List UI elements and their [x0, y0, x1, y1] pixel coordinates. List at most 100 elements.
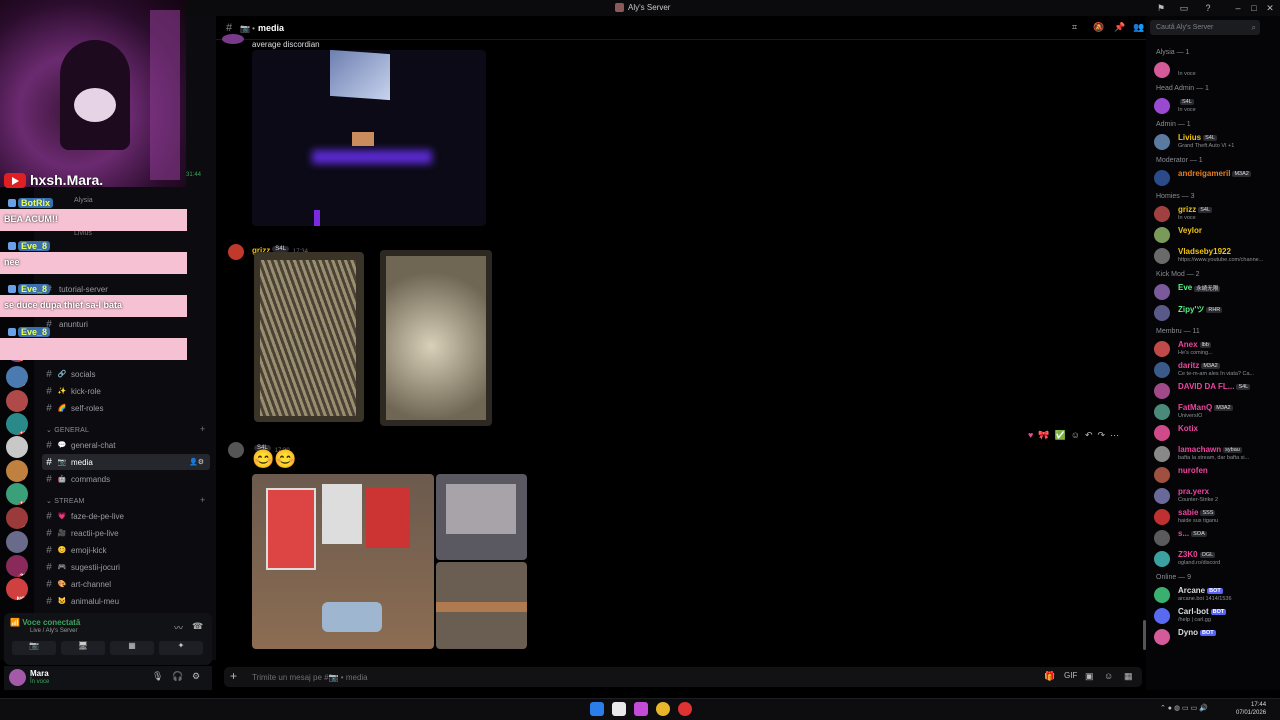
member-item[interactable]: Vladseby1922 https://www.youtube.com/chan…	[1152, 245, 1278, 265]
channel-animalul-meu[interactable]: # 🐱 animalul-meu	[42, 593, 210, 609]
channel-general-chat[interactable]: # 💬 general-chat	[42, 437, 210, 453]
member-item[interactable]: andreigameril M3A2	[1152, 167, 1278, 187]
message-image[interactable]	[254, 252, 364, 422]
threads-icon[interactable]: ⌗	[1072, 22, 1077, 33]
member-item[interactable]: Livius S4L Grand Theft Auto VI +1	[1152, 131, 1278, 151]
channel-sugestii-jocuri[interactable]: # 🎮 sugestii-jocuri	[42, 559, 210, 575]
screen-share-button[interactable]: 🖥	[61, 641, 105, 655]
member-item[interactable]: Veylor	[1152, 224, 1278, 244]
attach-plus-icon[interactable]: +	[230, 669, 237, 683]
avatar[interactable]	[228, 442, 244, 458]
discord-app-icon[interactable]	[634, 702, 648, 716]
message-image[interactable]	[252, 474, 434, 649]
settings-gear-icon[interactable]: ⚙	[192, 671, 200, 682]
member-item[interactable]: pra.yerx Counter-Strike 2	[1152, 485, 1278, 505]
member-item[interactable]: Dyno BOT	[1152, 626, 1278, 646]
server-icon[interactable]	[6, 531, 28, 553]
server-icon[interactable]	[6, 436, 28, 458]
headphones-icon[interactable]: 🎧	[172, 671, 183, 682]
message-composer[interactable]: + Trimite un mesaj pe #📷 • media 🎁 GIF ▣…	[224, 667, 1142, 687]
channel-self-roles[interactable]: # 🌈 self-roles	[42, 400, 210, 416]
sticker-icon[interactable]: ▣	[1085, 671, 1094, 682]
message-image[interactable]	[436, 562, 527, 649]
server-icon[interactable]: 124	[6, 483, 28, 505]
member-item[interactable]: Carl-bot BOT/help | carl.gg	[1152, 605, 1278, 625]
bow-reaction-icon[interactable]: 🎀	[1038, 430, 1049, 441]
gif-icon[interactable]: GIF	[1064, 671, 1077, 680]
minimize-icon[interactable]: –	[1232, 2, 1244, 14]
server-icon[interactable]: 32	[6, 507, 28, 529]
members-icon[interactable]: 👥	[1133, 22, 1144, 33]
member-item[interactable]: Arcane BOT arcane.bot 1414/1536	[1152, 584, 1278, 604]
soundboard-button[interactable]: ✦	[159, 641, 203, 655]
gift-icon[interactable]: 🎁	[1044, 671, 1055, 682]
add-channel-icon[interactable]: +	[200, 424, 205, 434]
server-icon[interactable]: 171	[6, 413, 28, 435]
member-item[interactable]: În voce	[1152, 59, 1278, 79]
avatar[interactable]	[9, 669, 26, 686]
pin-icon[interactable]: 📌	[1114, 22, 1125, 33]
member-item[interactable]: daritz M3A2 Ce te-m-am ales în viata? Ca..…	[1152, 359, 1278, 379]
member-item[interactable]: FatManQ M3A2 UniversIO	[1152, 401, 1278, 421]
apps-icon[interactable]: ▦	[1124, 671, 1133, 682]
message-image[interactable]	[380, 250, 492, 426]
search-input[interactable]: Caută Aly's Server ⌕	[1150, 20, 1260, 35]
member-item[interactable]: lamachawn sybau bafta la stream, dar bafta…	[1152, 443, 1278, 463]
channel-reactii-pe-live[interactable]: # 🎥 reactii-pe-live	[42, 525, 210, 541]
member-item[interactable]: s... SOA	[1152, 527, 1278, 547]
channel-media[interactable]: # 📷 media 👤⚙	[42, 454, 210, 470]
add-reaction-icon[interactable]: ☺	[1071, 430, 1080, 441]
member-item[interactable]: DAVID DA FL... S4L	[1152, 380, 1278, 400]
member-item[interactable]: Zipy'ツ RHR	[1152, 302, 1278, 322]
member-item[interactable]: nurofen	[1152, 464, 1278, 484]
add-channel-icon[interactable]: +	[200, 495, 205, 505]
avatar[interactable]	[228, 244, 244, 260]
server-icon[interactable]: 24	[6, 366, 28, 388]
maximize-icon[interactable]: □	[1248, 2, 1260, 14]
channel-socials[interactable]: # 🔗 socials	[42, 366, 210, 382]
file-explorer-icon[interactable]	[612, 702, 626, 716]
category-general[interactable]: ⌄ GENERAL	[46, 426, 89, 434]
forward-icon[interactable]: ↷	[1098, 430, 1106, 441]
member-item[interactable]: grizz S4L În voce	[1152, 203, 1278, 223]
start-button[interactable]	[590, 702, 604, 716]
microphone-icon[interactable]: 🎙	[152, 671, 163, 682]
channel-settings-icon[interactable]: 👤⚙	[189, 458, 204, 466]
channel-kick-role[interactable]: # ✨ kick-role	[42, 383, 210, 399]
server-icon[interactable]: 339	[6, 555, 28, 577]
emoji-icon[interactable]: ☺	[1104, 671, 1113, 681]
composer-placeholder[interactable]: Trimite un mesaj pe #📷 • media	[252, 673, 368, 682]
channel-anunturi[interactable]: # anunturi	[42, 316, 210, 332]
camera-button[interactable]: 📷	[12, 641, 56, 655]
more-icon[interactable]: ⋯	[1110, 430, 1119, 441]
channel-emoji-kick[interactable]: # 😊 emoji-kick	[42, 542, 210, 558]
disconnect-icon[interactable]: ☎	[192, 621, 203, 632]
member-item[interactable]: Z3K0 OGL ogland.ro/discord	[1152, 548, 1278, 568]
message-image[interactable]	[436, 474, 527, 560]
server-icon[interactable]: NOU	[6, 578, 28, 600]
system-tray[interactable]: ⌃ ● ◍ ▭ ▭ 🔊	[1160, 704, 1208, 712]
member-item[interactable]: sabie SSS haide sus tiganu	[1152, 506, 1278, 526]
member-item[interactable]: Kotix	[1152, 422, 1278, 442]
channel-commands[interactable]: # 🤖 commands	[42, 471, 210, 487]
check-reaction-icon[interactable]: ✅	[1055, 430, 1066, 441]
server-icon[interactable]: 31	[6, 460, 28, 482]
monitor-icon[interactable]: ▭	[1178, 2, 1190, 14]
channel-faze-de-pe-live[interactable]: # 💗 faze-de-pe-live	[42, 508, 210, 524]
category-stream[interactable]: ⌄ STREAM	[46, 497, 85, 505]
member-item[interactable]: Anex lbb He's coming...	[1152, 338, 1278, 358]
close-icon[interactable]: ✕	[1264, 2, 1276, 14]
channel-art-channel[interactable]: # 🎨 art-channel	[42, 576, 210, 592]
help-icon[interactable]: ?	[1202, 2, 1214, 14]
reply-icon[interactable]: ↶	[1085, 430, 1093, 441]
heart-reaction-icon[interactable]: ♥	[1028, 430, 1033, 441]
server-icon[interactable]: 62	[6, 390, 28, 412]
message-image[interactable]	[252, 50, 486, 226]
obs-icon[interactable]	[678, 702, 692, 716]
member-item[interactable]: S4L În voce	[1152, 95, 1278, 115]
member-item[interactable]: Eve 永続无限	[1152, 281, 1278, 301]
activities-button[interactable]: ▦	[110, 641, 154, 655]
notification-bell-icon[interactable]: 🔕	[1093, 22, 1104, 33]
noise-suppression-icon[interactable]: 〰	[174, 621, 183, 634]
chrome-icon[interactable]	[656, 702, 670, 716]
